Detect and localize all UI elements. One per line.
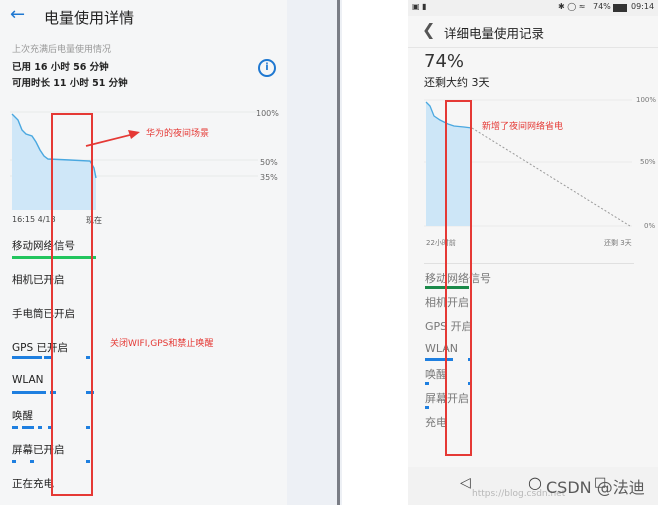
back-arrow-icon[interactable]: ←	[10, 4, 25, 25]
chart-label-0: 0%	[644, 222, 656, 230]
wakeup-bar	[22, 426, 34, 429]
chart-label-50: 50%	[260, 158, 278, 167]
wakeup-bar	[425, 382, 429, 385]
status-bar: ▣ ▮ ✱ ◯ ≈ 74% 09:14	[408, 0, 658, 16]
screen-on-bar	[425, 406, 429, 409]
category-charging: 正在充电	[12, 478, 54, 490]
notification-icon: ▣ ▮	[412, 2, 427, 11]
annotation-added-night-saving: 新增了夜间网络省电	[482, 122, 564, 132]
window-divider	[287, 0, 342, 505]
battery-percent: 74%	[424, 51, 465, 72]
wakeup-bar	[38, 426, 42, 429]
highlight-night-box-right	[445, 100, 472, 456]
watermark-csdn: CSDN @法迪	[546, 478, 645, 497]
status-battery-pct: 74%	[593, 2, 611, 11]
category-charging: 充电	[425, 416, 447, 429]
wlan-bar	[12, 391, 46, 394]
chart-label-100: 100%	[256, 109, 279, 118]
annotation-disable-wifi: 关闭WIFI,GPS和禁止唤醒	[110, 339, 214, 349]
status-time: 09:14	[631, 2, 655, 11]
remaining-time: 可用时长 11 小时 51 分钟	[12, 78, 128, 89]
projection-line	[471, 127, 631, 227]
page-title: 详细电量使用记录	[444, 26, 545, 41]
battery-icon	[613, 4, 627, 12]
chart-label-100: 100%	[636, 96, 657, 104]
wakeup-bar	[12, 426, 18, 429]
category-wakeup: 唤醒	[12, 410, 33, 422]
nav-back-icon[interactable]: ◁	[460, 475, 471, 491]
chart-x-start: 16:15 4/18	[12, 215, 56, 224]
remaining-estimate: 还剩大约 3天	[424, 76, 490, 89]
used-time: 已用 16 小时 56 分钟	[12, 62, 109, 73]
annotation-arrow-icon	[85, 130, 140, 147]
status-icons: ✱ ◯ ≈	[558, 2, 586, 11]
title-divider	[408, 47, 658, 48]
back-chevron-icon[interactable]: ❮	[422, 20, 435, 39]
chart-x-end: 还剩 3天	[604, 239, 632, 247]
divider-bar	[337, 0, 340, 505]
left-phone-screen: ← 电量使用详情 上次充满后电量使用情况 已用 16 小时 56 分钟 可用时长…	[0, 0, 287, 505]
page-title: 电量使用详情	[44, 9, 135, 27]
info-icon[interactable]: i	[258, 59, 276, 77]
since-full-charge-label: 上次充满后电量使用情况	[12, 45, 112, 55]
screen-on-bar	[30, 460, 34, 463]
screen-on-bar	[12, 460, 16, 463]
category-wakeup: 唤醒	[425, 368, 447, 381]
chart-label-35: 35%	[260, 173, 278, 182]
gps-bar	[12, 356, 42, 359]
chart-label-50: 50%	[640, 158, 656, 166]
annotation-huawei-night: 华为的夜间场景	[146, 129, 210, 139]
category-wlan: WLAN	[12, 374, 44, 386]
highlight-night-box-left	[51, 113, 93, 496]
